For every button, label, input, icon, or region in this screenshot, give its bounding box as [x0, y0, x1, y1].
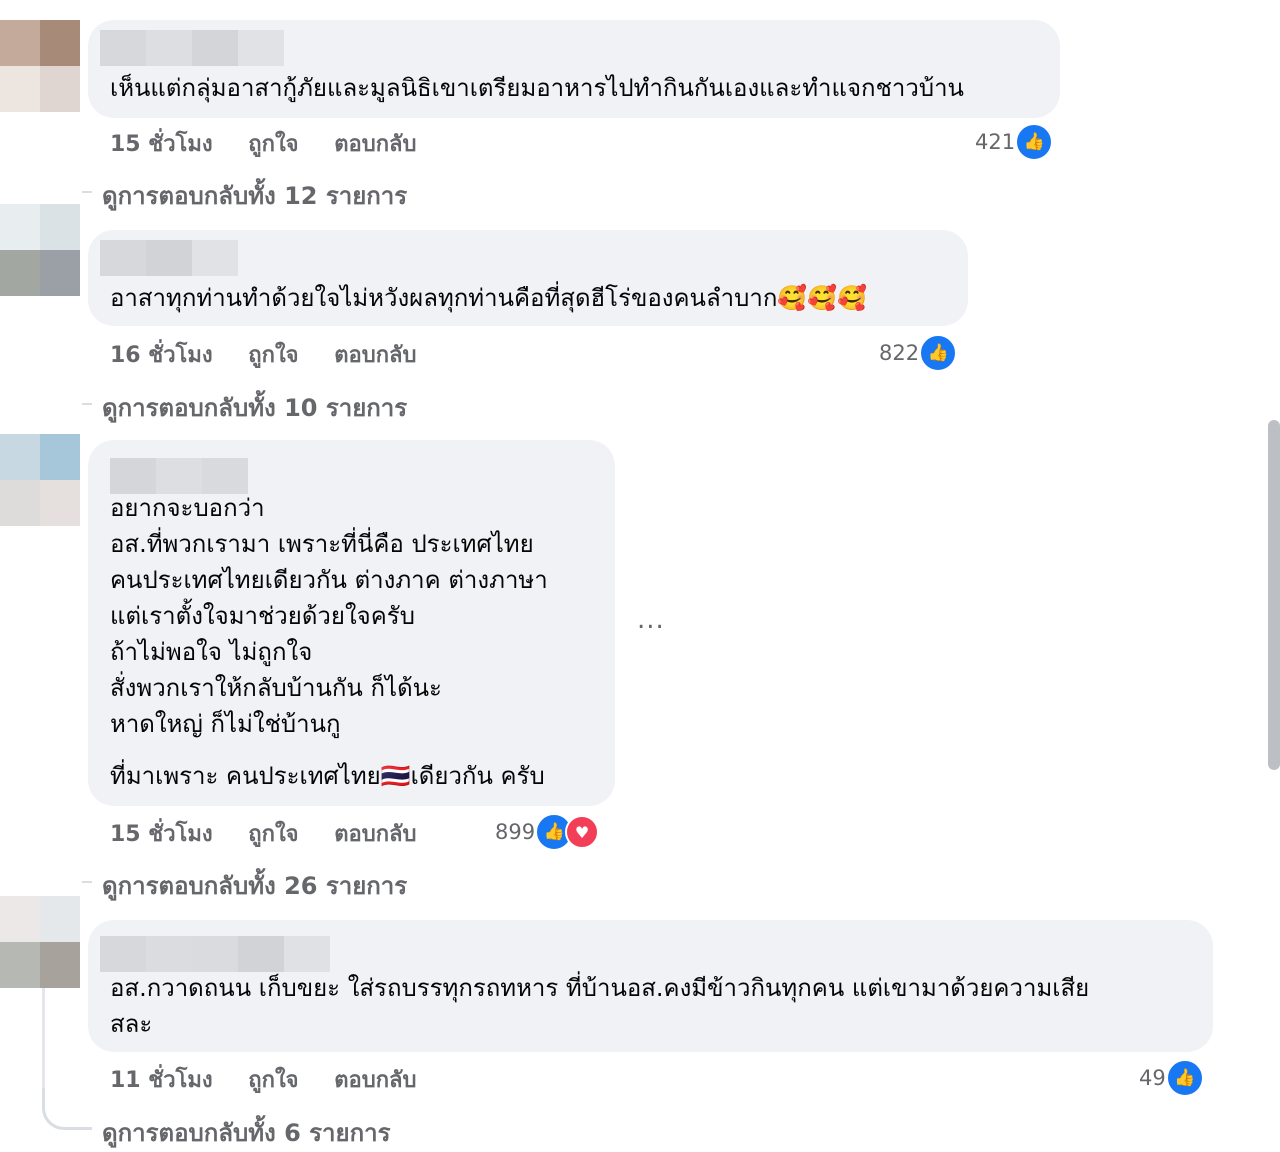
view-replies-link[interactable]: ดูการตอบกลับทั้ง 10 รายการ: [82, 388, 408, 427]
reply-button[interactable]: ตอบกลับ: [334, 132, 416, 157]
comment-text: อส.กวาดถนน เก็บขยะ ใส่รถบรรทุกรถทหาร ที่…: [110, 974, 1090, 1038]
love-icon: ♥: [565, 815, 600, 849]
avatar: [0, 480, 80, 526]
view-replies-label: ดูการตอบกลับทั้ง 6 รายการ: [102, 1119, 391, 1147]
scrollbar-thumb[interactable]: [1268, 420, 1280, 770]
avatar: [0, 896, 80, 942]
thread-connector: [42, 1088, 92, 1130]
like-button[interactable]: ถูกใจ: [248, 822, 298, 847]
reaction-number: 421: [975, 130, 1016, 154]
reaction-count[interactable]: 421 👍: [975, 123, 1054, 161]
thread-dash: [82, 403, 92, 405]
view-replies-link[interactable]: ดูการตอบกลับทั้ง 6 รายการ: [102, 1113, 390, 1152]
avatar[interactable]: [0, 20, 80, 66]
comment-bubble: อาสาทุกท่านทำด้วยใจไม่หวังผลทุกท่านคือที…: [88, 230, 968, 326]
view-replies-label: ดูการตอบกลับทั้ง 10 รายการ: [102, 394, 408, 422]
view-replies-link[interactable]: ดูการตอบกลับทั้ง 26 รายการ: [82, 866, 408, 905]
comment-bubble: เห็นแต่กลุ่มอาสากู้ภัยและมูลนิธิเขาเตรีย…: [88, 20, 1060, 118]
comment-text-last-line: ที่มาเพราะ คนประเทศไทย🇹🇭เดียวกัน ครับ: [110, 762, 545, 790]
more-options-button[interactable]: ...: [637, 605, 665, 635]
like-button[interactable]: ถูกใจ: [248, 132, 298, 157]
timestamp[interactable]: 11 ชั่วโมง: [110, 1068, 213, 1093]
comment-bubble: อยากจะบอกว่า อส.ที่พวกเรามา เพราะที่นี่ค…: [88, 440, 615, 806]
timestamp[interactable]: 15 ชั่วโมง: [110, 132, 213, 157]
author-name-blurred[interactable]: [110, 458, 248, 494]
timestamp[interactable]: 15 ชั่วโมง: [110, 822, 213, 847]
avatar[interactable]: [0, 942, 80, 988]
timestamp[interactable]: 16 ชั่วโมง: [110, 343, 213, 368]
comment-actions: 16 ชั่วโมง ถูกใจ ตอบกลับ: [110, 337, 444, 372]
author-name-blurred[interactable]: [100, 936, 330, 972]
reply-button[interactable]: ตอบกลับ: [334, 822, 416, 847]
like-icon: 👍: [1015, 123, 1054, 161]
comment-actions: 15 ชั่วโมง ถูกใจ ตอบกลับ: [110, 126, 444, 161]
avatar[interactable]: [0, 250, 80, 296]
thread-dash: [82, 191, 92, 193]
reaction-count[interactable]: 49 👍: [1139, 1059, 1204, 1097]
reaction-count[interactable]: 822 👍: [879, 334, 958, 372]
reaction-number: 899: [495, 820, 536, 844]
avatar: [0, 204, 80, 250]
thread-line: [42, 988, 45, 1088]
comment-text: อยากจะบอกว่า อส.ที่พวกเรามา เพราะที่นี่ค…: [110, 494, 548, 738]
avatar: [0, 66, 80, 112]
comment-text: เห็นแต่กลุ่มอาสากู้ภัยและมูลนิธิเขาเตรีย…: [110, 74, 964, 102]
avatar[interactable]: [0, 434, 80, 480]
reaction-count[interactable]: 899 👍 ♥: [495, 813, 600, 851]
view-replies-label: ดูการตอบกลับทั้ง 26 รายการ: [102, 872, 408, 900]
comment-text: อาสาทุกท่านทำด้วยใจไม่หวังผลทุกท่านคือที…: [110, 284, 868, 312]
comment-bubble: อส.กวาดถนน เก็บขยะ ใส่รถบรรทุกรถทหาร ที่…: [88, 920, 1213, 1052]
comment-actions: 11 ชั่วโมง ถูกใจ ตอบกลับ: [110, 1062, 444, 1097]
like-button[interactable]: ถูกใจ: [248, 343, 298, 368]
reaction-number: 822: [879, 341, 920, 365]
like-button[interactable]: ถูกใจ: [248, 1068, 298, 1093]
like-icon: 👍: [1165, 1059, 1204, 1097]
view-replies-label: ดูการตอบกลับทั้ง 12 รายการ: [102, 182, 408, 210]
comment-actions: 15 ชั่วโมง ถูกใจ ตอบกลับ: [110, 816, 444, 851]
like-icon: 👍: [919, 334, 958, 372]
reply-button[interactable]: ตอบกลับ: [334, 343, 416, 368]
reaction-number: 49: [1139, 1066, 1166, 1090]
author-name-blurred[interactable]: [100, 30, 284, 66]
view-replies-link[interactable]: ดูการตอบกลับทั้ง 12 รายการ: [82, 176, 408, 215]
reply-button[interactable]: ตอบกลับ: [334, 1068, 416, 1093]
thread-dash: [82, 881, 92, 883]
author-name-blurred[interactable]: [100, 240, 238, 276]
